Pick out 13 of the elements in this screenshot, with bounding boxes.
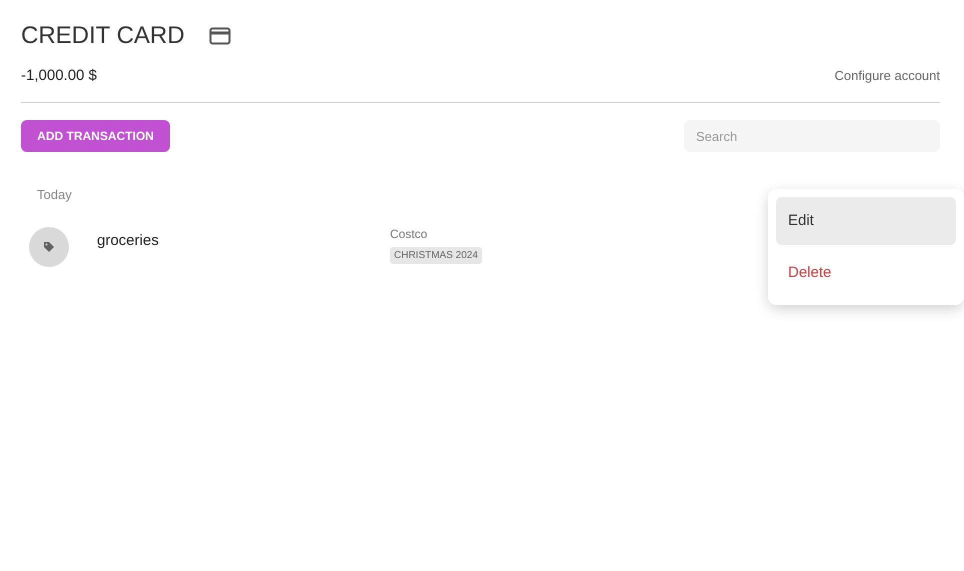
date-group-label: Today xyxy=(36,186,73,204)
transaction-payee: Costco xyxy=(390,226,428,242)
credit-card-icon xyxy=(208,27,231,45)
transaction-tag: CHRISTMAS 2024 xyxy=(390,246,482,264)
account-title: CREDIT CARD xyxy=(21,21,185,51)
account-balance: -1,000.00 $ xyxy=(21,66,97,86)
menu-item[interactable]: Edit xyxy=(776,197,956,245)
search-field[interactable]: Search xyxy=(684,120,940,152)
transaction-category: groceries xyxy=(97,230,160,250)
tag-icon xyxy=(43,240,55,252)
add-transaction-button[interactable]: ADD TRANSACTION xyxy=(21,120,170,152)
menu-item[interactable]: Delete xyxy=(776,249,956,297)
configure-account-link[interactable]: Configure account xyxy=(834,66,940,86)
